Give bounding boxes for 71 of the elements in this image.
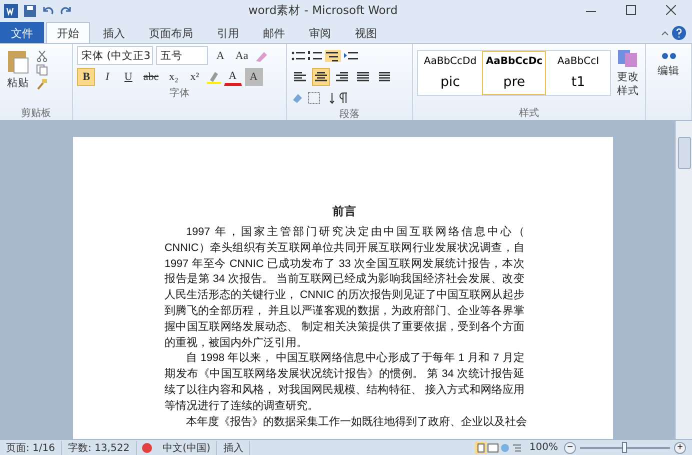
vertical-scrollbar[interactable] — [675, 121, 692, 439]
group-label: 样式 — [518, 106, 540, 120]
indent-icon[interactable] — [344, 50, 358, 62]
zoom-in-button[interactable]: + — [674, 442, 686, 454]
group-label: 剪贴板 — [20, 106, 52, 120]
bold-button[interactable]: B — [77, 68, 96, 86]
proofing-icon[interactable] — [140, 442, 153, 454]
save-icon[interactable] — [24, 4, 36, 16]
align-lines-icon — [378, 72, 390, 82]
zoom-slider-thumb[interactable] — [622, 442, 627, 452]
style-item[interactable]: AaBbCcDc pre — [482, 51, 546, 95]
help-icon[interactable] — [672, 26, 686, 40]
reading-layout-icon[interactable] — [487, 442, 500, 454]
change-case-button[interactable]: Aa — [232, 46, 252, 64]
font-color-button[interactable]: A — [224, 68, 242, 86]
page-count[interactable]: 页面: 1/16 — [0, 440, 62, 454]
italic-button[interactable]: I — [98, 68, 116, 86]
align-lines-icon — [314, 72, 327, 82]
language-indicator[interactable]: 中文(中国) — [156, 440, 218, 454]
change-styles-button[interactable]: 更改样式 — [615, 46, 642, 106]
editing-button[interactable]: 编辑 — [650, 46, 687, 80]
highlight-icon[interactable] — [206, 70, 221, 84]
outline-icon[interactable] — [511, 442, 524, 454]
copy-icon[interactable] — [36, 64, 48, 76]
document-paragraph: 本年度《报告》的数据采集工作一如既往地得到了政府、企业以及社会 — [185, 414, 524, 430]
character-shading-button[interactable]: A — [244, 68, 263, 86]
bullet-list-icon[interactable] — [290, 50, 305, 62]
font-size-field[interactable]: 五号 — [156, 46, 208, 65]
cut-icon[interactable] — [36, 50, 48, 62]
insert-mode[interactable]: 插入 — [217, 440, 250, 454]
strikethrough-button[interactable]: abc — [140, 68, 162, 86]
multilevel-list-icon[interactable] — [324, 50, 341, 62]
document-heading: 前言 — [332, 205, 358, 219]
ribbon-tab[interactable]: 页面布局 — [138, 22, 204, 43]
maximize-icon — [626, 5, 636, 15]
font-name-field[interactable]: 宋体 (中文正3 — [77, 46, 154, 65]
ribbon-tab[interactable]: 审阅 — [298, 22, 342, 43]
align-button[interactable] — [312, 68, 330, 86]
group-label: 段落 — [338, 108, 360, 121]
redo-icon[interactable] — [60, 4, 72, 16]
scroll-thumb[interactable] — [678, 137, 690, 169]
word-count[interactable]: 字数: 13,522 — [62, 440, 137, 454]
ribbon-tab[interactable]: 邮件 — [252, 22, 296, 43]
format-painter-icon[interactable] — [36, 78, 48, 90]
ribbon-tab[interactable]: 视图 — [344, 22, 388, 43]
document-paragraph: 1997 年，国家主管部门研究决定由中国互联网络信息中心（ CNNIC）牵头组织有关互联网单位共同开展互联网行业发展状况调查，自 1997 年至今 CNNIC 已成功发布了 33 次全国互联网发展统计报告，本次报告是第 34 次报告。 当前互联网已经成为影响我国经济社会发展、改变人民生活形态的关键行业， CNNIC 的历次报告则见证了中国互联网从起步到腾飞的全部历程， 并且以严谨客观的数据，为政府部门、企业等各界掌握中国互联网络发展动态、 制定相关决策提供了重要依据，受到各个方面的重视，被国内外广泛引用。 — [164, 225, 524, 351]
group-label: 字体 — [168, 86, 190, 100]
ribbon-tab[interactable]: 开始 — [46, 22, 90, 43]
print-layout-icon[interactable] — [475, 442, 488, 454]
styles-icon — [617, 48, 640, 68]
align-lines-icon — [336, 72, 348, 82]
document-paragraph: 自 1998 年以来， 中国互联网络信息中心形成了于每年 1 月和 7 月定期发布《中国互联网络发展状况统计报告》的惯例。 第 34 次统计报告延续了以往内容和风格， 对我国网民规模、结构特征、 接入方式和网络应用等情况进行了连续的调查研究。 — [164, 351, 524, 414]
ribbon-tab[interactable]: 插入 — [92, 22, 136, 43]
zoom-level[interactable]: 100% — [523, 442, 564, 453]
superscript-button[interactable]: x² — [186, 68, 204, 86]
numbered-list-icon[interactable] — [308, 50, 322, 62]
ribbon-tab[interactable]: 引用 — [206, 22, 250, 43]
close-icon — [666, 5, 676, 15]
underline-button[interactable]: U — [119, 68, 138, 86]
zoom-out-button[interactable]: − — [564, 442, 576, 454]
align-lines-icon — [294, 72, 306, 82]
file-menu-tab[interactable]: 文件 — [0, 22, 44, 43]
subscript-button[interactable]: x₂ — [164, 68, 183, 86]
word-logo-icon[interactable] — [4, 4, 18, 18]
paragraph-mark-icon[interactable] — [338, 92, 348, 104]
grow-font-button[interactable]: A — [211, 46, 230, 64]
undo-icon[interactable] — [42, 4, 54, 16]
paste-button[interactable]: 粘贴 — [4, 46, 32, 106]
align-lines-icon — [356, 72, 369, 82]
window-title: word素材 - Microsoft Word — [247, 3, 399, 18]
clipboard-icon — [6, 48, 30, 74]
